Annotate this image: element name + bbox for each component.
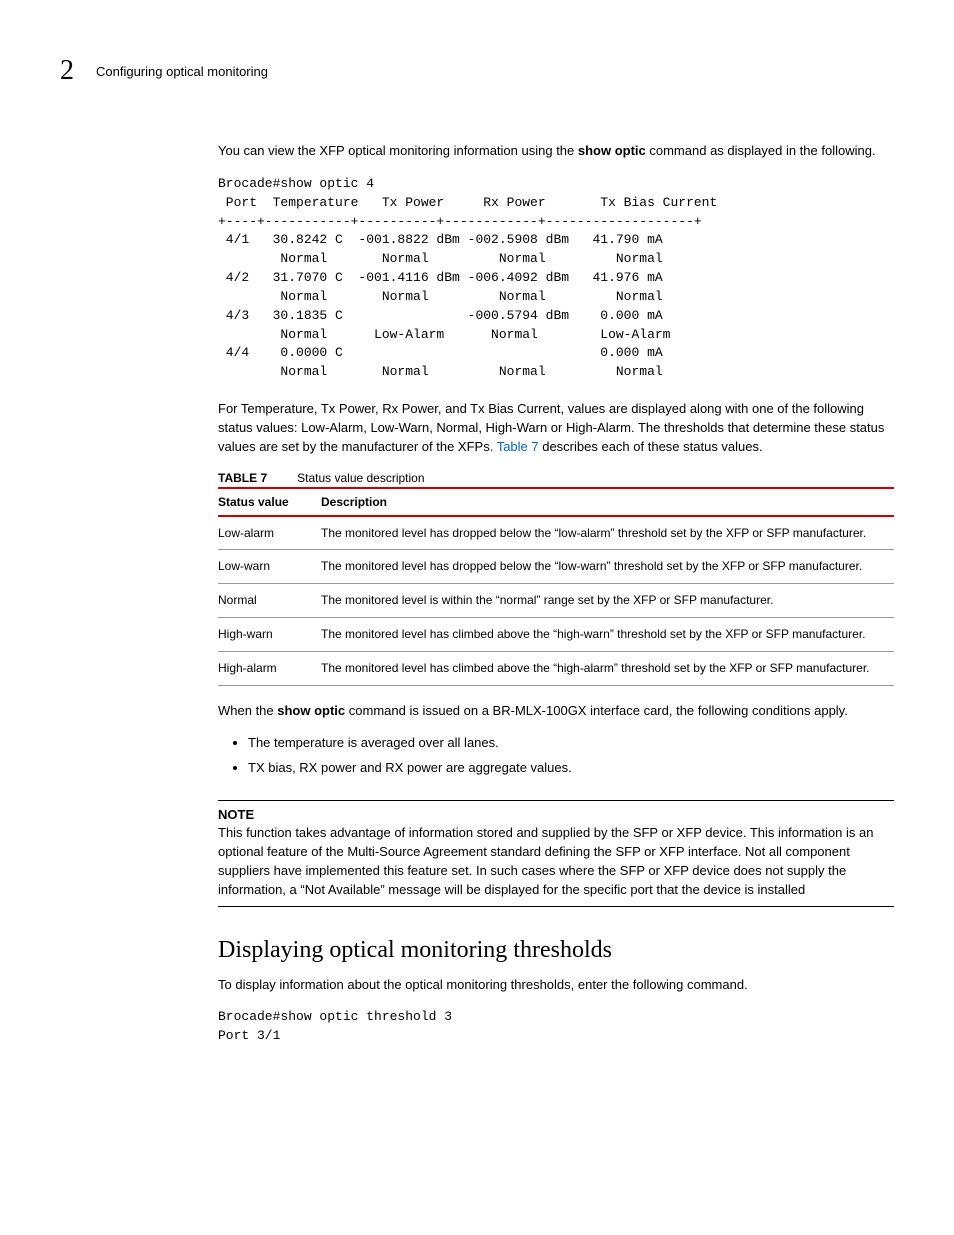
cmd-show-optic-2: show optic — [277, 703, 345, 718]
intro-text-b: command as displayed in the following. — [646, 143, 876, 158]
chapter-number: 2 — [60, 55, 74, 87]
status-values-paragraph: For Temperature, Tx Power, Rx Power, and… — [218, 400, 894, 457]
note-rule-top — [218, 800, 894, 801]
table-row: Normal The monitored level is within the… — [218, 584, 894, 618]
table-row: Low-warn The monitored level has dropped… — [218, 550, 894, 584]
table-caption-text: Status value description — [297, 471, 424, 485]
para2-text-b: describes each of these status values. — [539, 439, 763, 454]
cell-desc: The monitored level has dropped below th… — [321, 550, 894, 584]
thresholds-intro: To display information about the optical… — [218, 976, 894, 995]
section-heading-thresholds: Displaying optical monitoring thresholds — [218, 937, 894, 964]
chapter-title: Configuring optical monitoring — [96, 64, 268, 79]
list-item: TX bias, RX power and RX power are aggre… — [248, 759, 894, 778]
note-body: This function takes advantage of informa… — [218, 824, 894, 899]
note-rule-bottom — [218, 906, 894, 907]
cell-status: Low-warn — [218, 550, 321, 584]
cell-desc: The monitored level has climbed above th… — [321, 618, 894, 652]
table-row: Low-alarm The monitored level has droppe… — [218, 516, 894, 550]
intro-paragraph: You can view the XFP optical monitoring … — [218, 142, 894, 161]
cli-output-show-optic: Brocade#show optic 4 Port Temperature Tx… — [218, 175, 894, 382]
table-row: High-warn The monitored level has climbe… — [218, 618, 894, 652]
list-item: The temperature is averaged over all lan… — [248, 734, 894, 753]
table-label: TABLE 7 — [218, 471, 267, 485]
col-status-value: Status value — [218, 488, 321, 516]
status-value-table: Status value Description Low-alarm The m… — [218, 487, 894, 686]
cell-desc: The monitored level has climbed above th… — [321, 651, 894, 685]
content-column: You can view the XFP optical monitoring … — [218, 142, 894, 1046]
table-caption: TABLE 7 Status value description — [218, 471, 894, 485]
cell-desc: The monitored level is within the “norma… — [321, 584, 894, 618]
page-header: 2 Configuring optical monitoring — [60, 55, 894, 87]
conditions-list: The temperature is averaged over all lan… — [218, 734, 894, 778]
table-row: High-alarm The monitored level has climb… — [218, 651, 894, 685]
note-label: NOTE — [218, 807, 894, 822]
cell-status: Low-alarm — [218, 516, 321, 550]
cell-status: Normal — [218, 584, 321, 618]
col-description: Description — [321, 488, 894, 516]
para3-text-b: command is issued on a BR-MLX-100GX inte… — [345, 703, 848, 718]
cell-desc: The monitored level has dropped below th… — [321, 516, 894, 550]
intro-text-a: You can view the XFP optical monitoring … — [218, 143, 578, 158]
cmd-show-optic: show optic — [578, 143, 646, 158]
para3-text-a: When the — [218, 703, 277, 718]
conditions-paragraph: When the show optic command is issued on… — [218, 702, 894, 721]
cli-output-show-optic-threshold: Brocade#show optic threshold 3 Port 3/1 — [218, 1008, 894, 1046]
table-7-link[interactable]: Table 7 — [497, 439, 539, 454]
cell-status: High-warn — [218, 618, 321, 652]
cell-status: High-alarm — [218, 651, 321, 685]
